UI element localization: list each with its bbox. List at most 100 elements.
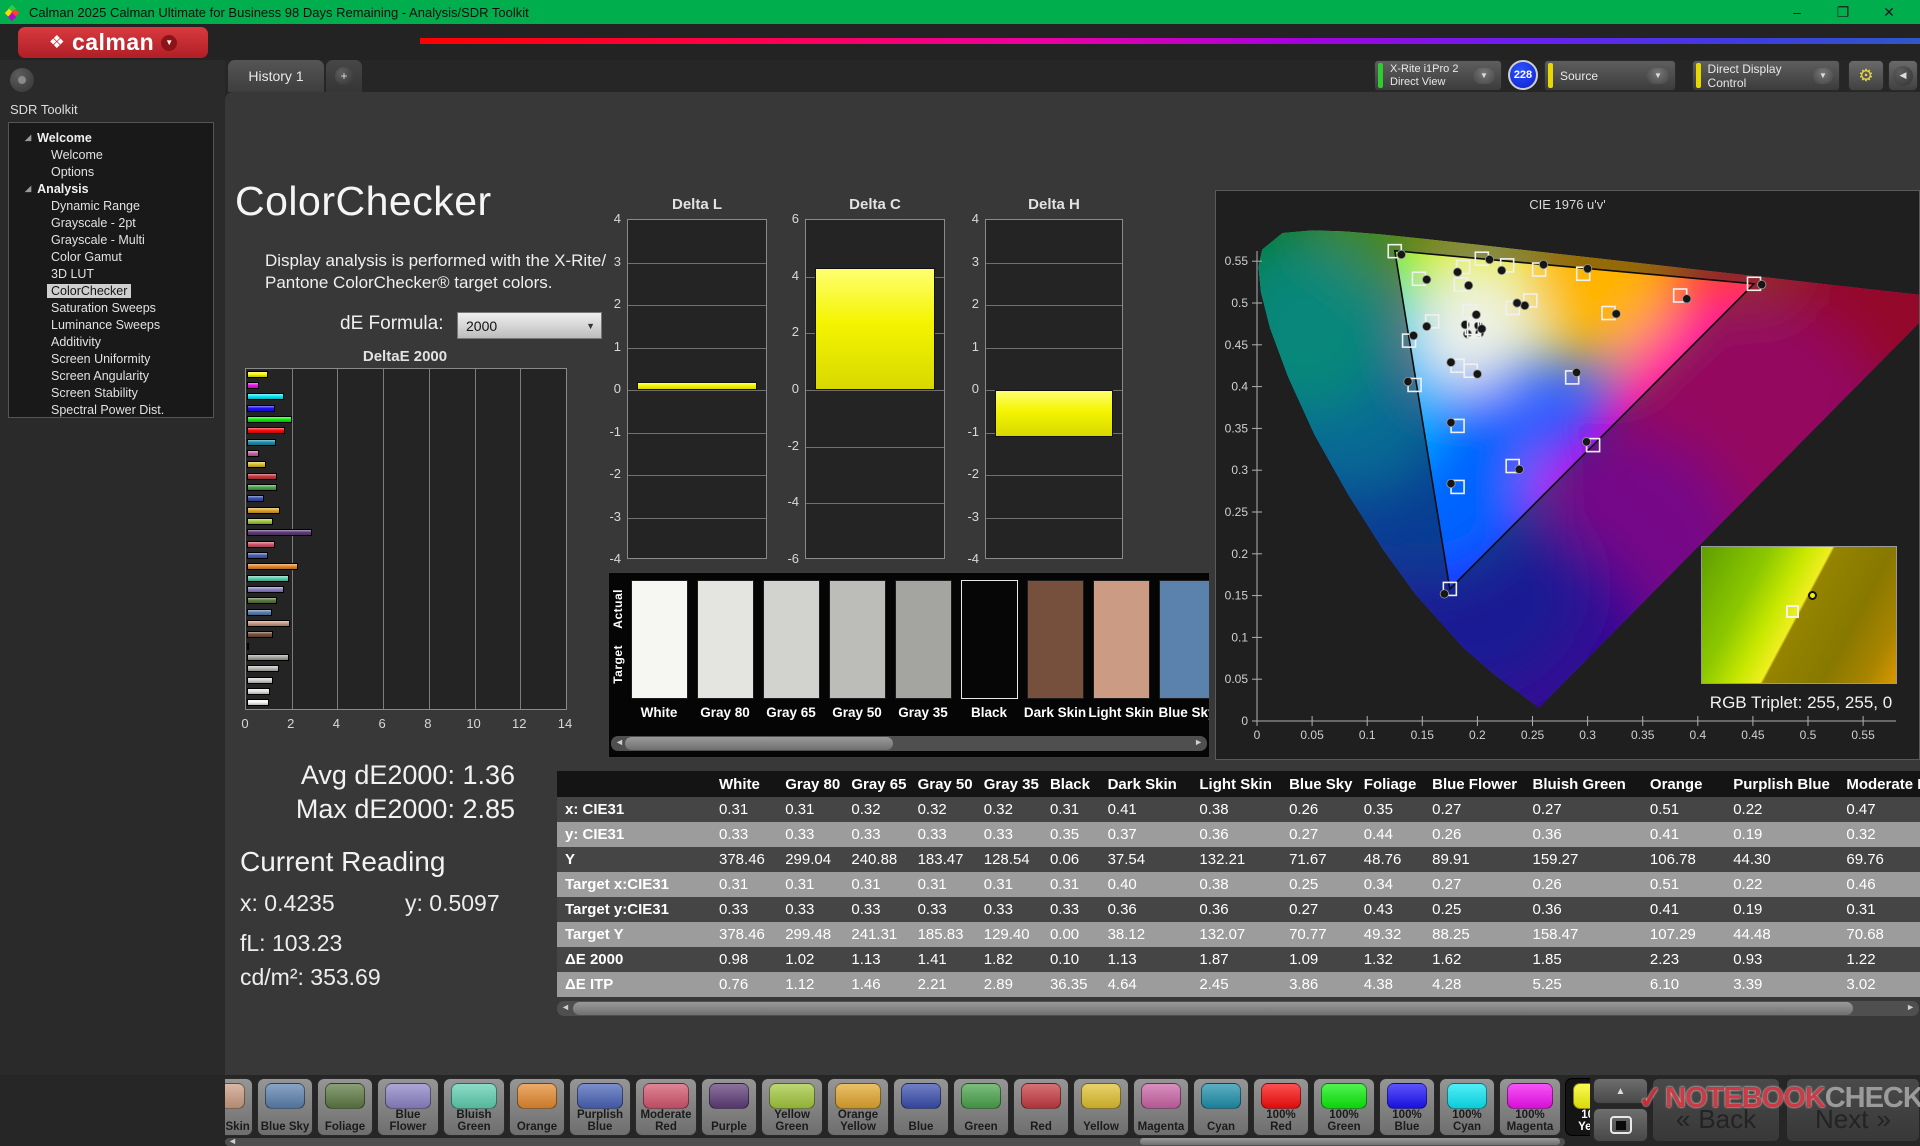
sidebar-item-luminance-sweeps[interactable]: Luminance Sweeps [9,316,213,333]
patch-button-100-magenta[interactable]: 100% Magenta [1499,1078,1561,1136]
table-cell: 2.21 [914,972,980,997]
sidebar-item-grayscale-multi[interactable]: Grayscale - Multi [9,231,213,248]
patch-button-green[interactable]: Green [953,1078,1009,1136]
panel-collapse-button[interactable]: ◀ [1888,60,1918,91]
table-scrollbar-thumb[interactable] [573,1002,1853,1015]
current-reading-title: Current Reading [240,846,445,878]
patch-button-blue[interactable]: Blue [893,1078,949,1136]
sidebar-item-label: Spectral Power Dist. [47,403,168,417]
patch-button-label: Purple [704,1121,754,1133]
patch-button-bluish-green[interactable]: Bluish Green [443,1078,505,1136]
deltae-bar-blue-flower [247,586,284,593]
de-formula-value: 2000 [466,318,497,334]
table-cell: 0.31 [715,872,781,897]
sidebar-group-analysis[interactable]: ◢Analysis [9,180,213,197]
sidebar-item-welcome[interactable]: Welcome [9,146,213,163]
pattern-window-button[interactable] [1593,1108,1648,1142]
deltae-bar-orange [247,563,298,570]
table-cell: 0.33 [715,822,781,847]
gridline [628,348,766,349]
patch-button-yellow-green[interactable]: Yellow Green [761,1078,823,1136]
swatch-scrollbar[interactable]: ◄ ► [611,736,1207,751]
next-button[interactable]: Next » [1786,1078,1920,1142]
add-tab-button[interactable]: + [326,60,362,92]
deltae-bar-gray-50 [247,665,279,672]
patch-button-orange[interactable]: Orange [509,1078,565,1136]
sidebar-options-dot-button[interactable] [10,68,34,92]
sidebar-item-screen-angularity[interactable]: Screen Angularity [9,367,213,384]
calman-menu-button[interactable]: ❖ calman ▼ [18,27,208,58]
sidebar-item-3d-lut[interactable]: 3D LUT [9,265,213,282]
maximize-button[interactable]: ❐ [1820,4,1866,21]
column-header-moderate-red: Moderate Red [1842,771,1920,797]
patch-button-magenta[interactable]: Magenta [1133,1078,1189,1136]
table-scroll-right-icon[interactable]: ► [1906,1002,1915,1012]
row-label: Target y:CIE31 [557,897,715,922]
swatch-scrollbar-thumb[interactable] [625,737,893,750]
bottom-scroll-left-icon[interactable]: ◄ [228,1136,237,1146]
patch-button-yellow[interactable]: Yellow [1073,1078,1129,1136]
patch-button-100-cyan[interactable]: 100% Cyan [1439,1078,1495,1136]
patch-button-100-green[interactable]: 100% Green [1313,1078,1375,1136]
patch-button-light-skin[interactable]: Light Skin [225,1078,253,1136]
inset-measured-dot-icon [1808,591,1817,600]
sidebar-item-dynamic-range[interactable]: Dynamic Range [9,197,213,214]
sidebar-item-color-gamut[interactable]: Color Gamut [9,248,213,265]
sidebar-item-screen-uniformity[interactable]: Screen Uniformity [9,350,213,367]
patch-button-100-yellow[interactable]: 100% Yellow [1565,1078,1590,1136]
table-cell: 6.10 [1646,972,1729,997]
reading-cd: cd/m²: 353.69 [240,964,381,991]
patch-button-foliage[interactable]: Foliage [317,1078,373,1136]
patch-button-red[interactable]: Red [1013,1078,1069,1136]
close-button[interactable]: ✕ [1866,4,1912,21]
patch-color-chip [577,1083,623,1109]
de-formula-select[interactable]: 2000 ▼ [457,312,602,339]
sidebar-item-screen-stability[interactable]: Screen Stability [9,384,213,401]
meter-reading-badge[interactable]: 228 [1508,60,1538,90]
patch-button-blue-sky[interactable]: Blue Sky [257,1078,313,1136]
scroll-left-icon[interactable]: ◄ [615,737,624,747]
patch-button-purple[interactable]: Purple [701,1078,757,1136]
settings-gear-button[interactable]: ⚙ [1848,60,1884,91]
table-cell: 240.88 [847,847,913,872]
table-cell: 0.33 [914,822,980,847]
table-cell: 69.76 [1842,847,1920,872]
sidebar-item-grayscale-2pt[interactable]: Grayscale - 2pt [9,214,213,231]
column-header-gray-50: Gray 50 [914,771,980,797]
sidebar-item-options[interactable]: Options [9,163,213,180]
display-control-status-indicator [1696,63,1701,88]
patch-button-purplish-blue[interactable]: Purplish Blue [569,1078,631,1136]
meter-dropdown[interactable]: X-Rite i1Pro 2 Direct View ▼ [1374,60,1502,91]
sidebar-item-additivity[interactable]: Additivity [9,333,213,350]
table-cell: 0.32 [980,797,1046,822]
display-control-dropdown[interactable]: Direct Display Control ▼ [1692,60,1840,91]
patch-button-blue-flower[interactable]: Blue Flower [377,1078,439,1136]
table-scrollbar[interactable]: ◄ ► [557,1001,1919,1016]
patch-button-moderate-red[interactable]: Moderate Red [635,1078,697,1136]
bottom-scrollbar-thumb[interactable] [1140,1138,1560,1145]
sidebar-group-welcome[interactable]: ◢Welcome [9,129,213,146]
table-cell: 132.21 [1195,847,1285,872]
bottom-scrollbar[interactable]: ◄ [225,1138,1565,1146]
patch-color-chip [325,1083,365,1109]
patch-button-orange-yellow[interactable]: Orange Yellow [827,1078,889,1136]
patch-button-100-blue[interactable]: 100% Blue [1379,1078,1435,1136]
minimize-button[interactable]: – [1774,4,1820,20]
patch-button-label: Orange Yellow [830,1109,886,1133]
source-dropdown[interactable]: Source ▼ [1544,60,1676,91]
table-cell: 241.31 [847,922,913,947]
column-header-gray-80: Gray 80 [781,771,847,797]
pattern-up-button[interactable]: ▲ [1593,1078,1648,1104]
back-button[interactable]: « Back [1652,1078,1780,1142]
sidebar-item-saturation-sweeps[interactable]: Saturation Sweeps [9,299,213,316]
table-scroll-left-icon[interactable]: ◄ [561,1002,570,1012]
tab-history-1[interactable]: History 1 [228,60,324,92]
scroll-right-icon[interactable]: ► [1194,737,1203,747]
sidebar-title: SDR Toolkit [10,102,78,117]
table-cell: 49.32 [1360,922,1428,947]
patch-button-cyan[interactable]: Cyan [1193,1078,1249,1136]
sidebar-item-colorchecker[interactable]: ColorChecker [9,282,213,299]
patch-button-100-red[interactable]: 100% Red [1253,1078,1309,1136]
reading-y: y: 0.5097 [405,890,500,917]
sidebar-item-spectral-power-dist-[interactable]: Spectral Power Dist. [9,401,213,418]
